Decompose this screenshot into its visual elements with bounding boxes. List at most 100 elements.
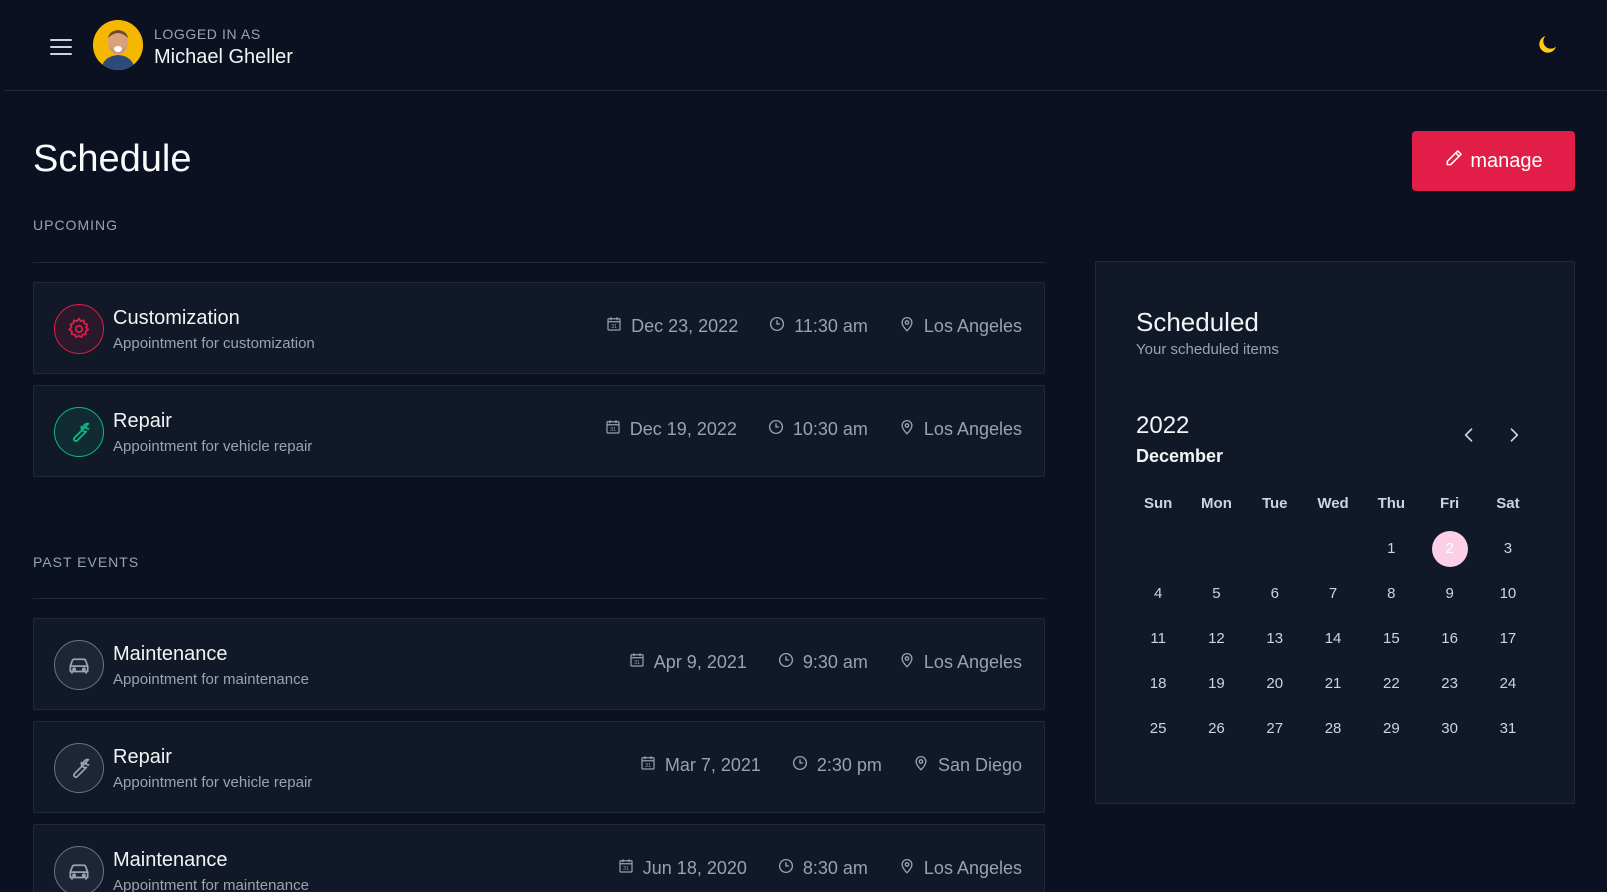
- location-pin-icon: [898, 315, 916, 338]
- chevron-right-icon[interactable]: [1504, 425, 1524, 445]
- calendar-empty-cell: [1246, 526, 1304, 571]
- event-subtitle: Appointment for vehicle repair: [113, 438, 313, 455]
- event-time: 11:30 am: [768, 315, 868, 338]
- calendar-day[interactable]: 29: [1362, 706, 1420, 751]
- calendar-day[interactable]: 9: [1420, 571, 1478, 616]
- calendar-day[interactable]: 12: [1187, 616, 1245, 661]
- calendar-day[interactable]: 8: [1362, 571, 1420, 616]
- day-number: 6: [1270, 585, 1279, 602]
- event-location: Los Angeles: [898, 857, 1022, 880]
- car-icon: [54, 846, 104, 892]
- calendar-day[interactable]: 20: [1246, 661, 1304, 706]
- event-card[interactable]: Repair Appointment for vehicle repair 31…: [33, 385, 1045, 477]
- calendar-title: Scheduled: [1136, 307, 1259, 337]
- day-number: 27: [1266, 720, 1284, 737]
- location-pin-icon: [898, 857, 916, 880]
- weekday-header: Fri: [1440, 494, 1460, 512]
- event-time: 9:30 am: [777, 651, 868, 674]
- event-subtitle: Appointment for customization: [113, 335, 315, 352]
- day-number: 12: [1208, 630, 1225, 647]
- event-title: Maintenance: [113, 849, 228, 871]
- calendar-day[interactable]: 16: [1420, 616, 1478, 661]
- day-number: 31: [1499, 720, 1517, 737]
- calendar-day[interactable]: 19: [1187, 661, 1245, 706]
- moon-icon[interactable]: [1536, 32, 1562, 58]
- calendar-icon: 31: [604, 418, 622, 441]
- calendar-day[interactable]: 14: [1304, 616, 1362, 661]
- day-number: 9: [1445, 585, 1454, 602]
- day-number: 24: [1499, 675, 1517, 692]
- svg-text:31: 31: [611, 324, 617, 330]
- event-time: 8:30 am: [777, 857, 868, 880]
- manage-label: manage: [1470, 149, 1543, 172]
- calendar-day[interactable]: 18: [1129, 661, 1187, 706]
- event-card[interactable]: Maintenance Appointment for maintenance …: [33, 618, 1045, 710]
- calendar-day[interactable]: 13: [1246, 616, 1304, 661]
- day-number: 20: [1266, 675, 1284, 692]
- location-pin-icon: [912, 754, 930, 777]
- calendar-day[interactable]: 31: [1479, 706, 1537, 751]
- calendar-day[interactable]: 4: [1129, 571, 1187, 616]
- calendar-day[interactable]: 15: [1362, 616, 1420, 661]
- event-card[interactable]: Maintenance Appointment for maintenance …: [33, 824, 1045, 892]
- calendar-day[interactable]: 27: [1246, 706, 1304, 751]
- chevron-left-icon[interactable]: [1459, 425, 1479, 445]
- day-number: 7: [1328, 585, 1338, 602]
- calendar-day[interactable]: 21: [1304, 661, 1362, 706]
- calendar-day[interactable]: 26: [1187, 706, 1245, 751]
- weekday-header: Thu: [1377, 494, 1406, 512]
- day-number: 1: [1387, 540, 1396, 557]
- event-date: 31 Dec 19, 2022: [604, 418, 737, 441]
- event-date: 31 Mar 7, 2021: [639, 754, 761, 777]
- user-avatar[interactable]: [93, 20, 143, 70]
- hamburger-icon[interactable]: [48, 34, 74, 58]
- event-date: 31 Apr 9, 2021: [628, 651, 747, 674]
- calendar-day[interactable]: 28: [1304, 706, 1362, 751]
- day-number: 23: [1441, 675, 1458, 692]
- event-subtitle: Appointment for vehicle repair: [113, 774, 313, 791]
- manage-button[interactable]: manage: [1412, 131, 1575, 191]
- day-number: 28: [1324, 720, 1342, 737]
- day-number: 17: [1499, 630, 1517, 647]
- calendar-day[interactable]: 7: [1304, 571, 1362, 616]
- top-bar: LOGGED IN AS Michael Gheller: [4, 0, 1607, 91]
- calendar-day[interactable]: 24: [1479, 661, 1537, 706]
- event-subtitle: Appointment for maintenance: [113, 671, 309, 688]
- upcoming-label: UPCOMING: [33, 217, 118, 233]
- weekday-header: Sun: [1143, 494, 1173, 512]
- calendar-subtitle: Your scheduled items: [1136, 341, 1279, 358]
- calendar-grid: Sun Mon Tue Wed Thu Fri Sat 1 2 3 4 5 6 7 8 9 10 11 12 13 14…: [1129, 480, 1537, 751]
- calendar-day[interactable]: 6: [1246, 571, 1304, 616]
- clock-icon: [777, 857, 795, 880]
- scheduled-calendar-panel: Scheduled Your scheduled items 2022 Dece…: [1095, 261, 1575, 804]
- section-divider: [33, 598, 1045, 599]
- calendar-day[interactable]: 23: [1420, 661, 1478, 706]
- calendar-day[interactable]: 25: [1129, 706, 1187, 751]
- event-card[interactable]: Repair Appointment for vehicle repair 31…: [33, 721, 1045, 813]
- page-title: Schedule: [33, 138, 192, 180]
- svg-text:31: 31: [645, 763, 651, 769]
- day-number: 18: [1149, 675, 1167, 692]
- day-number: 5: [1212, 585, 1221, 602]
- calendar-month: December: [1136, 446, 1224, 466]
- calendar-day[interactable]: 11: [1129, 616, 1187, 661]
- event-card[interactable]: Customization Appointment for customizat…: [33, 282, 1045, 374]
- day-number: 11: [1150, 630, 1166, 647]
- section-divider: [33, 262, 1045, 263]
- calendar-day[interactable]: 17: [1479, 616, 1537, 661]
- calendar-day[interactable]: 5: [1187, 571, 1245, 616]
- event-date: 31 Jun 18, 2020: [617, 857, 747, 880]
- calendar-day[interactable]: 1: [1362, 526, 1420, 571]
- calendar-year: 2022: [1136, 412, 1190, 439]
- calendar-day[interactable]: 10: [1479, 571, 1537, 616]
- clock-icon: [777, 651, 795, 674]
- event-title: Maintenance: [113, 643, 228, 665]
- calendar-day[interactable]: 30: [1420, 706, 1478, 751]
- calendar-day[interactable]: 3: [1479, 526, 1537, 571]
- calendar-day-selected[interactable]: 2: [1420, 526, 1478, 571]
- weekday-header: Sat: [1496, 494, 1520, 512]
- calendar-day[interactable]: 22: [1362, 661, 1420, 706]
- event-title: Repair: [113, 746, 172, 768]
- clock-icon: [767, 418, 785, 441]
- day-number: 29: [1382, 720, 1400, 737]
